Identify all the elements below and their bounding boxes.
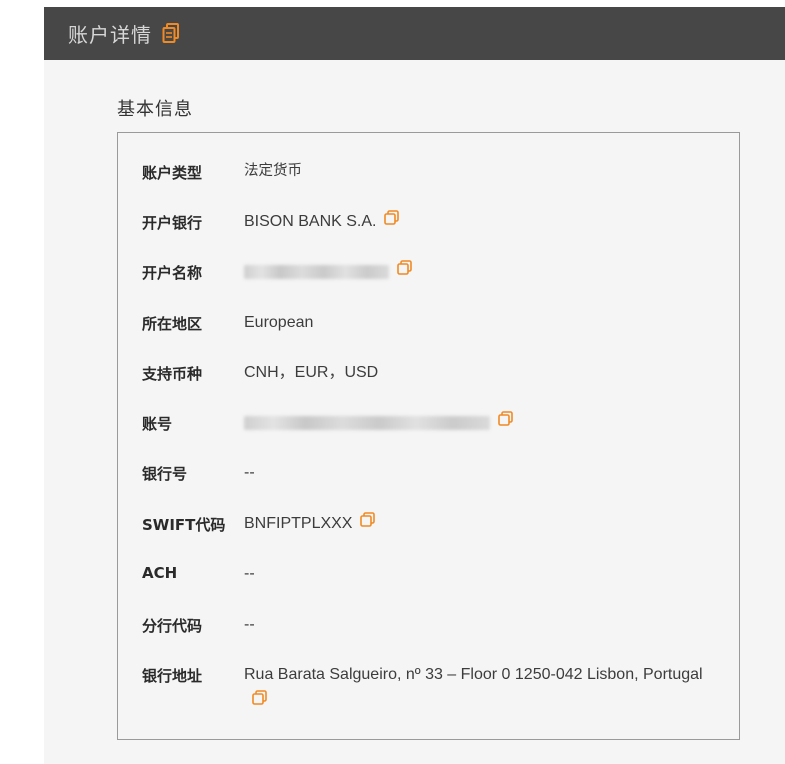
field-value-wrap	[244, 258, 719, 285]
field-value: BISON BANK S.A.	[244, 213, 377, 230]
copy-icon[interactable]	[162, 22, 180, 43]
field-label: 开户名称	[142, 264, 203, 282]
row-bank: 开户银行 BISON BANK S.A.	[142, 209, 719, 235]
field-value-wrap: BISON BANK S.A.	[244, 208, 719, 235]
row-swift: SWIFT代码 BNFIPTPLXXX	[142, 511, 719, 537]
field-label: 账户类型	[142, 164, 203, 182]
row-bank-number: 银行号 --	[142, 463, 719, 486]
field-value: --	[244, 616, 255, 633]
copy-icon[interactable]	[498, 408, 513, 435]
account-details-page: 账户详情 基本信息 账户类型 法定货币 开户银行 BISON BANK S.A.	[44, 7, 785, 764]
row-region: 所在地区 European	[142, 313, 719, 336]
field-label: 所在地区	[142, 315, 203, 333]
field-label: 账号	[142, 415, 173, 433]
field-value: --	[244, 464, 255, 481]
field-label: SWIFT代码	[142, 516, 226, 534]
row-account-type: 账户类型 法定货币	[142, 162, 719, 185]
field-value: Rua Barata Salgueiro, nº 33 – Floor 0 12…	[244, 666, 703, 683]
copy-icon[interactable]	[397, 257, 412, 284]
row-currencies: 支持币种 CNH，EUR，USD	[142, 363, 719, 386]
section-title: 基本信息	[117, 99, 193, 120]
row-account-number: 账号	[142, 410, 719, 436]
field-label: 银行号	[142, 465, 188, 483]
field-label: ACH	[142, 564, 178, 582]
copy-icon[interactable]	[252, 687, 267, 714]
copy-icon[interactable]	[384, 207, 400, 234]
basic-info-panel: 账户类型 法定货币 开户银行 BISON BANK S.A. 开户名称 所在地区…	[117, 132, 740, 740]
field-value: 法定货币	[244, 163, 302, 179]
field-label: 分行代码	[142, 617, 203, 635]
field-value: --	[244, 565, 255, 582]
row-bank-address: 银行地址 Rua Barata Salgueiro, nº 33 – Floor…	[142, 665, 719, 715]
field-value-wrap: Rua Barata Salgueiro, nº 33 – Floor 0 12…	[244, 661, 719, 715]
field-value-wrap	[244, 409, 719, 436]
redacted-value	[244, 415, 490, 430]
row-account-name: 开户名称	[142, 259, 719, 285]
page-header: 账户详情	[44, 7, 785, 60]
page-title: 账户详情	[68, 23, 152, 47]
field-value: European	[244, 314, 314, 331]
row-branch-code: 分行代码 --	[142, 615, 719, 638]
field-label: 支持币种	[142, 365, 203, 383]
copy-icon[interactable]	[360, 509, 376, 536]
row-ach: ACH --	[142, 564, 719, 587]
field-value-wrap: BNFIPTPLXXX	[244, 510, 719, 537]
field-label: 开户银行	[142, 214, 203, 232]
field-value: CNH，EUR，USD	[244, 364, 379, 381]
field-value: BNFIPTPLXXX	[244, 515, 353, 532]
redacted-value	[244, 264, 389, 279]
field-label: 银行地址	[142, 667, 203, 685]
